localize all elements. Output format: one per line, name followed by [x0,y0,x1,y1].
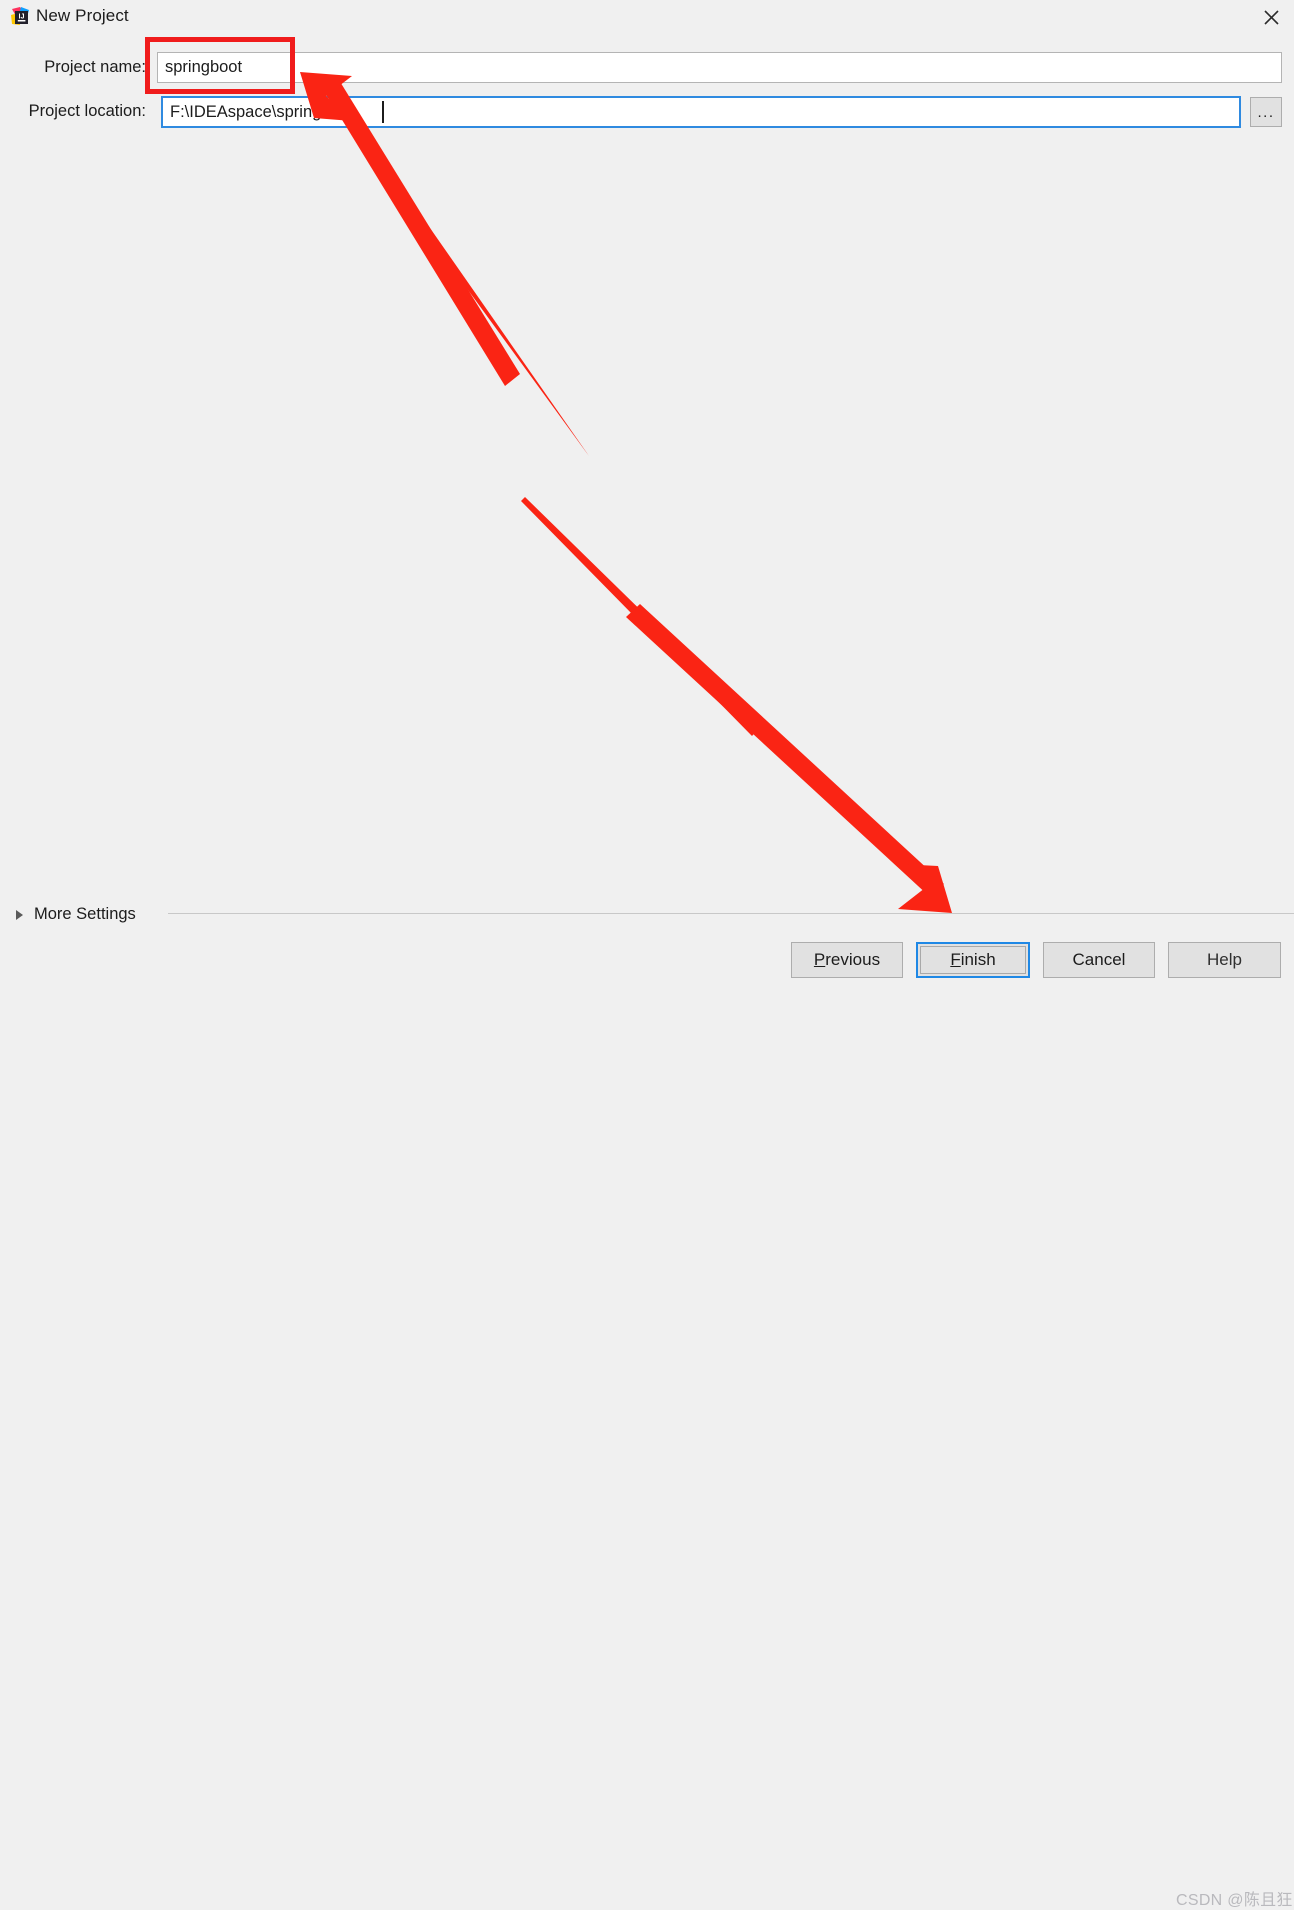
annotation-overlay [0,0,1294,976]
help-button-label: Help [1207,950,1242,969]
new-project-dialog: IJ New Project Project name: Project loc… [0,0,1294,1909]
more-settings-toggle[interactable]: More Settings [16,900,136,928]
previous-button-label: revious [825,950,881,969]
project-name-input[interactable] [157,52,1282,83]
more-settings-section: More Settings [0,900,1294,928]
text-caret [382,101,384,123]
ellipsis-icon: ... [1257,104,1275,121]
intellij-idea-icon: IJ [10,6,30,26]
chevron-right-icon [16,909,23,920]
annotation-arrows [300,72,952,913]
svg-text:IJ: IJ [19,11,25,20]
window-title: New Project [36,6,129,25]
help-button[interactable]: Help [1168,942,1281,978]
project-location-label: Project location: [28,102,146,120]
arrow-up-left-shaft [318,76,589,456]
previous-button[interactable]: Previous [791,942,903,978]
cancel-button-label: Cancel [1072,950,1126,969]
dialog-button-bar: Previous Finish Cancel Help CSDN @陈且狂 [0,938,1294,1909]
project-name-label: Project name: [44,58,146,76]
title-bar: IJ New Project [0,0,1294,34]
close-button[interactable] [1248,0,1294,34]
finish-button[interactable]: Finish [916,942,1030,978]
close-icon [1263,9,1279,25]
arrow-down-right-shaft-thick [626,604,944,897]
csdn-watermark: CSDN @陈且狂 [1176,1892,1293,1909]
browse-folder-button[interactable]: ... [1250,97,1282,127]
more-settings-label: More Settings [34,904,136,923]
arrow-down-right-shaft [521,497,760,736]
cancel-button[interactable]: Cancel [1043,942,1155,978]
section-separator [168,913,1294,914]
project-location-input[interactable] [161,96,1241,128]
finish-button-label: inish [960,950,996,969]
